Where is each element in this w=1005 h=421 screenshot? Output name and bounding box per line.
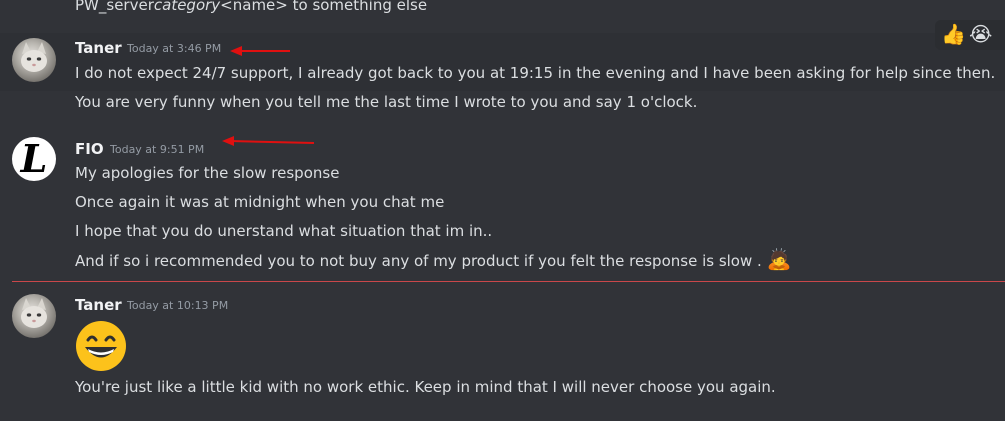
- message-author[interactable]: FIO: [75, 139, 104, 159]
- message-text: My apologies for the slow response: [75, 164, 340, 182]
- big-emoji-char: 😄: [75, 320, 76, 321]
- message-text: You're just like a little kid with no wo…: [75, 378, 776, 396]
- grinning-face-icon: 😄: [75, 320, 126, 371]
- message-text: And if so i recommended you to not buy a…: [75, 252, 762, 270]
- message-text: I hope that you do unerstand what situat…: [75, 222, 493, 240]
- avatar[interactable]: [12, 38, 56, 82]
- message-text: You are very funny when you tell me the …: [75, 93, 698, 111]
- reaction-bar[interactable]: 👍 😭: [935, 20, 1005, 50]
- bowing-person-icon: 🙇: [766, 247, 792, 271]
- message-timestamp: Today at 9:51 PM: [110, 143, 205, 156]
- avatar[interactable]: [12, 294, 56, 338]
- annotation-arrow: [222, 136, 315, 146]
- message-text-with-emoji: And if so i recommended you to not buy a…: [75, 248, 791, 272]
- message-author[interactable]: Taner: [75, 295, 122, 315]
- avatar[interactable]: L: [12, 137, 56, 181]
- avatar-letter: L: [20, 137, 48, 181]
- annotation-arrow: [230, 46, 290, 56]
- thumbs-up-icon[interactable]: 👍: [941, 22, 966, 46]
- message-text: I do not expect 24/7 support, I already …: [75, 64, 996, 82]
- message-author[interactable]: Taner: [75, 38, 122, 58]
- crying-face-icon[interactable]: 😭: [969, 22, 992, 46]
- message-timestamp: Today at 3:46 PM: [127, 42, 222, 55]
- new-messages-divider: [12, 281, 1005, 282]
- previous-message-fragment: PW_servercategory<name> to something els…: [75, 0, 428, 14]
- message-text: Once again it was at midnight when you c…: [75, 193, 445, 211]
- cat-avatar-icon: [21, 298, 47, 328]
- cat-avatar-icon: [21, 42, 47, 72]
- message-timestamp: Today at 10:13 PM: [127, 299, 229, 312]
